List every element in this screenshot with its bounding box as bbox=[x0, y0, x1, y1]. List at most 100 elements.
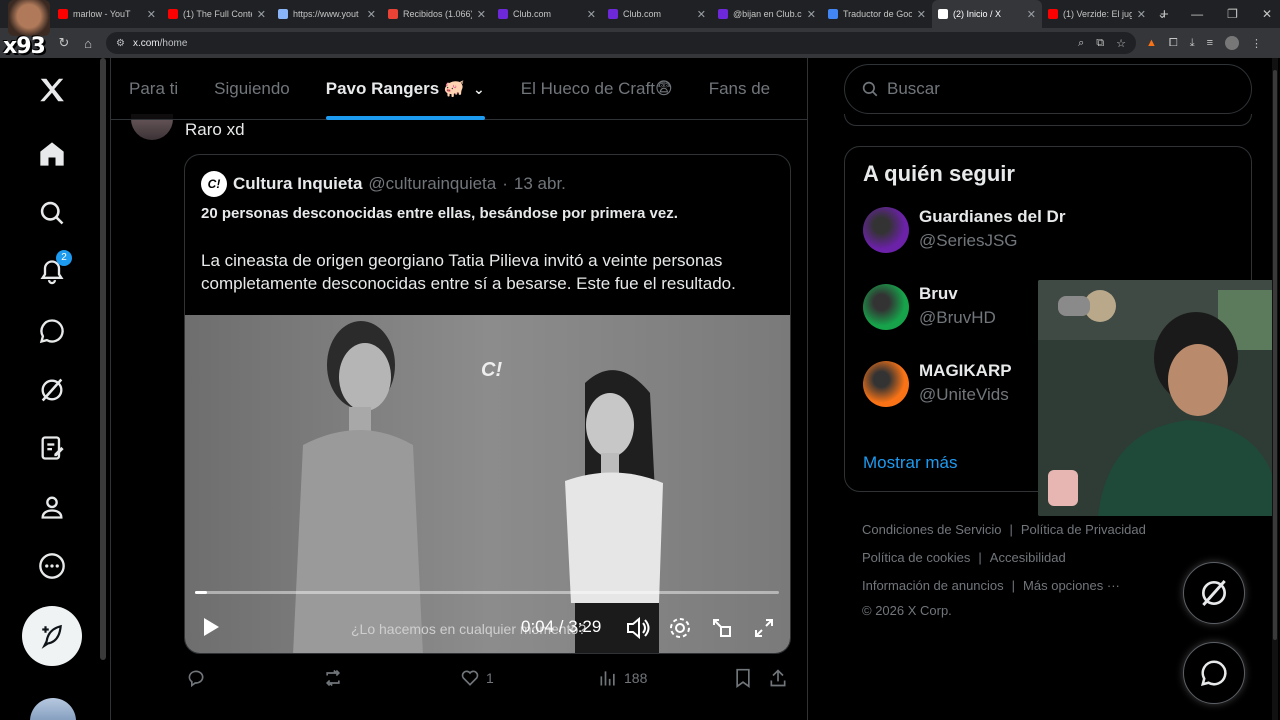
extension-fox-icon[interactable]: ▲ bbox=[1146, 37, 1157, 49]
tab-close-icon[interactable]: ✕ bbox=[147, 8, 156, 21]
maximize-button[interactable]: ❐ bbox=[1227, 7, 1238, 21]
footer-link[interactable]: Accesibilidad bbox=[990, 550, 1066, 565]
picture-in-picture-icon[interactable] bbox=[709, 615, 735, 641]
suggestion-name[interactable]: Guardianes del Dr bbox=[919, 207, 1065, 227]
show-more-link[interactable]: Mostrar más bbox=[863, 453, 957, 473]
tab-close-icon[interactable]: ✕ bbox=[367, 8, 376, 21]
suggestion-handle: @UniteVids bbox=[919, 385, 1009, 404]
browser-tab[interactable]: marlow - YouT ✕ bbox=[52, 0, 162, 28]
volume-icon[interactable] bbox=[625, 615, 651, 641]
search-input[interactable]: Buscar bbox=[844, 64, 1252, 114]
omnibox[interactable]: ⚙ x.com/home ⌕ ⧉ ☆ bbox=[106, 32, 1136, 54]
more-options-icon[interactable] bbox=[34, 548, 70, 584]
fullscreen-icon[interactable] bbox=[751, 615, 777, 641]
follow-suggestion[interactable]: Guardianes del Dr @SeriesJSG bbox=[863, 205, 1243, 255]
quote-author-avatar[interactable]: C! bbox=[201, 171, 227, 197]
x-logo-icon[interactable] bbox=[34, 72, 70, 108]
streamer-overlay: x93 bbox=[0, 0, 56, 62]
lists-icon[interactable] bbox=[34, 430, 70, 466]
footer-link[interactable]: Política de cookies bbox=[862, 550, 970, 565]
extensions-puzzle-icon[interactable]: ⧠ bbox=[1169, 37, 1178, 50]
left-scrollbar[interactable] bbox=[100, 58, 106, 660]
tab-close-icon[interactable]: ✕ bbox=[477, 8, 486, 21]
footer-link[interactable]: Más opciones ··· bbox=[1023, 578, 1120, 593]
bookmark-star-icon[interactable]: ☆ bbox=[1116, 37, 1126, 50]
tab-close-icon[interactable]: ✕ bbox=[1027, 8, 1036, 21]
footer-link[interactable]: Condiciones de Servicio bbox=[862, 522, 1001, 537]
browser-tab[interactable]: (1) The Full Conte ✕ bbox=[162, 0, 272, 28]
browser-tab[interactable]: Club.com ✕ bbox=[492, 0, 602, 28]
repost-icon[interactable] bbox=[322, 668, 344, 688]
grok-icon[interactable] bbox=[34, 372, 70, 408]
video-person-man bbox=[293, 321, 423, 653]
install-app-icon[interactable]: ⧉ bbox=[1096, 37, 1104, 50]
messages-bubble-icon[interactable] bbox=[34, 313, 70, 349]
views-button[interactable]: 188 bbox=[598, 668, 647, 688]
tab-close-icon[interactable]: ✕ bbox=[257, 8, 266, 21]
suggestion-name[interactable]: MAGIKARP bbox=[919, 361, 1012, 381]
browser-tab[interactable]: @bijan en Club.c ✕ bbox=[712, 0, 822, 28]
reply-icon[interactable] bbox=[186, 668, 206, 688]
tab-close-icon[interactable]: ✕ bbox=[587, 8, 596, 21]
home-timeline: Para ti Siguiendo Pavo Rangers 🐖 ⌄ El Hueco … bbox=[110, 58, 808, 720]
tab-close-icon[interactable]: ✕ bbox=[697, 8, 706, 21]
footer-link[interactable]: Política de Privacidad bbox=[1021, 522, 1146, 537]
zoom-icon[interactable]: ⌕ bbox=[1078, 37, 1084, 50]
like-button[interactable]: 1 bbox=[460, 668, 494, 688]
streamer-webcam bbox=[1038, 280, 1274, 516]
timeline-tab[interactable]: Pavo Rangers 🐖 ⌄ bbox=[308, 58, 503, 120]
profile-icon[interactable] bbox=[34, 489, 70, 525]
suggestion-avatar[interactable] bbox=[863, 361, 909, 407]
footer-link[interactable]: Información de anuncios bbox=[862, 578, 1004, 593]
account-avatar[interactable] bbox=[30, 698, 76, 720]
close-window-button[interactable]: ✕ bbox=[1262, 7, 1272, 21]
timeline-tab[interactable]: Fans de bbox=[691, 58, 788, 120]
timeline-tab[interactable]: El Hueco de Craft😨 bbox=[503, 58, 691, 120]
browser-tab[interactable]: Club.com ✕ bbox=[602, 0, 712, 28]
suggestion-avatar[interactable] bbox=[863, 207, 909, 253]
browser-tab[interactable]: Recibidos (1.066) ✕ bbox=[382, 0, 492, 28]
quote-date[interactable]: 13 abr. bbox=[514, 174, 566, 194]
chevron-down-icon[interactable]: ⌄ bbox=[473, 81, 485, 98]
profile-avatar[interactable] bbox=[1225, 36, 1239, 50]
grok-icon bbox=[1202, 580, 1226, 606]
play-icon[interactable] bbox=[199, 615, 223, 639]
explore-search-icon[interactable] bbox=[34, 195, 70, 231]
suggestion-name[interactable]: Bruv bbox=[919, 284, 958, 304]
quote-author-name[interactable]: Cultura Inquieta bbox=[233, 174, 362, 194]
suggestion-avatar[interactable] bbox=[863, 284, 909, 330]
home-icon[interactable]: ⌂ bbox=[76, 36, 100, 51]
quoted-tweet-card[interactable]: C! Cultura Inquieta @culturainquieta · 1… bbox=[184, 154, 791, 654]
tab-title: @bijan en Club.c bbox=[733, 9, 802, 19]
quote-author-handle[interactable]: @culturainquieta bbox=[368, 174, 496, 194]
timeline-tab[interactable]: Para ti bbox=[111, 58, 196, 120]
browser-tab[interactable]: https://www.yout ✕ bbox=[272, 0, 382, 28]
media-icon[interactable]: ≡ bbox=[1207, 37, 1213, 49]
grok-floating-button[interactable] bbox=[1183, 562, 1245, 624]
download-icon[interactable]: ⤓ bbox=[1190, 37, 1195, 50]
bookmark-icon[interactable] bbox=[734, 668, 752, 688]
settings-gear-icon[interactable] bbox=[667, 615, 693, 641]
tab-close-icon[interactable]: ✕ bbox=[1137, 8, 1146, 21]
page-scrollbar[interactable] bbox=[1272, 58, 1278, 720]
scrollbar-thumb[interactable] bbox=[1273, 70, 1277, 640]
tab-close-icon[interactable]: ✕ bbox=[917, 8, 926, 21]
browser-tab[interactable]: Traductor de Goo ✕ bbox=[822, 0, 932, 28]
menu-kebab-icon[interactable]: ⋮ bbox=[1251, 37, 1262, 50]
tab-favicon bbox=[278, 9, 288, 19]
who-to-follow-title: A quién seguir bbox=[863, 161, 1015, 186]
browser-tab[interactable]: (2) Inicio / X ✕ bbox=[932, 0, 1042, 28]
share-icon[interactable] bbox=[768, 668, 788, 688]
timeline-tab[interactable]: Siguiendo bbox=[196, 58, 308, 120]
video-player[interactable]: C! ¿Lo hacemos en cualquier momento? 0:0… bbox=[185, 315, 790, 653]
notifications-bell-icon[interactable]: 2 bbox=[34, 250, 72, 290]
post-button[interactable] bbox=[22, 606, 82, 666]
expand-icon[interactable]: ⌄ bbox=[1157, 7, 1167, 21]
video-progress-bar[interactable] bbox=[195, 591, 779, 594]
messages-floating-button[interactable] bbox=[1183, 642, 1245, 704]
tab-close-icon[interactable]: ✕ bbox=[807, 8, 816, 21]
site-info-icon[interactable]: ⚙ bbox=[116, 38, 125, 49]
home-nav-icon[interactable] bbox=[34, 136, 70, 172]
minimize-button[interactable]: — bbox=[1191, 7, 1203, 21]
browser-tab[interactable]: (1) Verzide: El jug ✕ bbox=[1042, 0, 1152, 28]
